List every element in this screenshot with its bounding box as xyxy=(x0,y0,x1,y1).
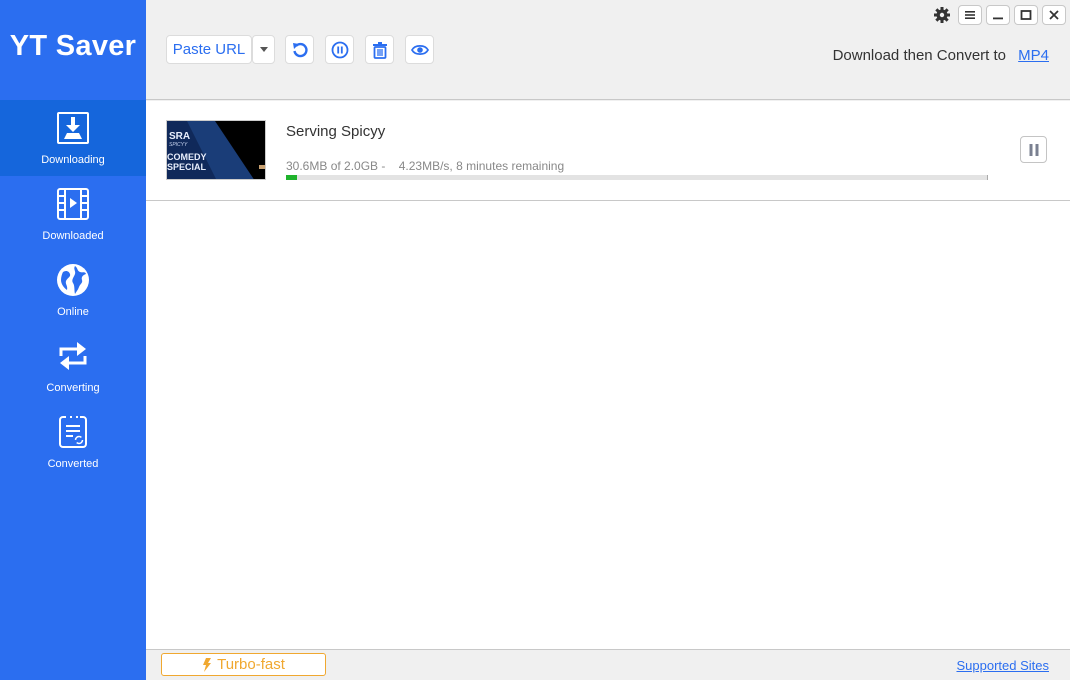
download-progress-fill xyxy=(286,175,297,180)
pause-download-button[interactable] xyxy=(1020,136,1047,163)
sidebar-item-converting[interactable]: Converting xyxy=(0,328,146,404)
delete-button[interactable] xyxy=(365,35,394,64)
turbo-fast-label: Turbo-fast xyxy=(217,656,285,673)
menu-button[interactable] xyxy=(958,5,982,25)
maximize-button[interactable] xyxy=(1014,5,1038,25)
globe-icon xyxy=(57,264,89,296)
converted-doc-icon xyxy=(59,415,87,448)
download-status: 30.6MB of 2.0GB - 4.23MB/s, 8 minutes re… xyxy=(286,159,564,173)
download-size: 30.6MB of 2.0GB - xyxy=(286,159,386,173)
sidebar-item-label: Downloading xyxy=(41,154,105,166)
lightning-icon xyxy=(203,657,212,672)
sidebar-item-label: Converting xyxy=(46,382,100,394)
download-speed: 4.23MB/s, 8 minutes remaining xyxy=(398,159,565,173)
toolbar: Paste URL Download then Convert to MP4 xyxy=(146,0,1070,100)
download-progress-bar xyxy=(286,175,988,180)
convert-format-link[interactable]: MP4 xyxy=(1018,47,1049,64)
close-icon xyxy=(1049,10,1059,20)
footer: Turbo-fast Supported Sites xyxy=(146,649,1070,680)
convert-arrows-icon xyxy=(59,342,87,370)
sidebar-item-label: Online xyxy=(57,306,89,318)
eye-icon xyxy=(410,44,429,55)
thumb-text: SPICYY xyxy=(169,142,188,148)
preview-button[interactable] xyxy=(405,35,434,64)
thumb-text: COMEDY xyxy=(167,152,207,162)
download-title: Serving Spicyy xyxy=(286,123,386,140)
sidebar-item-online[interactable]: Online xyxy=(0,252,146,328)
menu-icon xyxy=(965,11,975,19)
film-icon xyxy=(57,188,89,220)
trash-icon xyxy=(372,41,387,59)
minimize-button[interactable] xyxy=(986,5,1010,25)
caret-down-icon xyxy=(259,47,268,52)
convert-label: Download then Convert to xyxy=(832,47,1006,64)
paste-url-button[interactable]: Paste URL xyxy=(166,35,252,64)
sidebar-item-downloaded[interactable]: Downloaded xyxy=(0,176,146,252)
pause-all-icon xyxy=(331,41,348,58)
minimize-icon xyxy=(993,17,1003,20)
paste-url-dropdown[interactable] xyxy=(252,35,275,64)
thumb-text: SPECIAL xyxy=(167,162,207,172)
maximize-icon xyxy=(1020,10,1032,20)
settings-button[interactable] xyxy=(932,5,952,25)
supported-sites-link[interactable]: Supported Sites xyxy=(956,658,1049,673)
refresh-icon xyxy=(292,42,308,57)
video-thumbnail: SRA SPICYY COMEDY SPECIAL xyxy=(166,120,266,180)
sidebar: YT Saver Downloading Downloaded Online C… xyxy=(0,0,146,680)
sidebar-item-label: Converted xyxy=(47,458,99,470)
gear-icon xyxy=(934,7,950,23)
sidebar-item-downloading[interactable]: Downloading xyxy=(0,100,146,176)
download-list: SRA SPICYY COMEDY SPECIAL Serving Spicyy… xyxy=(146,101,1070,649)
sidebar-item-converted[interactable]: Converted xyxy=(0,404,146,480)
sidebar-item-label: Downloaded xyxy=(42,230,104,242)
app-title: YT Saver xyxy=(9,30,137,62)
refresh-button[interactable] xyxy=(285,35,314,64)
thumbnail-image: SRA SPICYY COMEDY SPECIAL xyxy=(167,121,265,179)
close-button[interactable] xyxy=(1042,5,1066,25)
pause-all-button[interactable] xyxy=(325,35,354,64)
app-window: YT Saver Downloading Downloaded Online C… xyxy=(0,0,1070,680)
thumb-text: SRA xyxy=(169,131,190,142)
turbo-fast-button[interactable]: Turbo-fast xyxy=(161,653,326,676)
download-item[interactable]: SRA SPICYY COMEDY SPECIAL Serving Spicyy… xyxy=(146,101,1070,201)
sidebar-nav: Downloading Downloaded Online Converting… xyxy=(0,100,146,480)
pause-icon xyxy=(1029,143,1038,156)
download-icon xyxy=(57,112,89,144)
